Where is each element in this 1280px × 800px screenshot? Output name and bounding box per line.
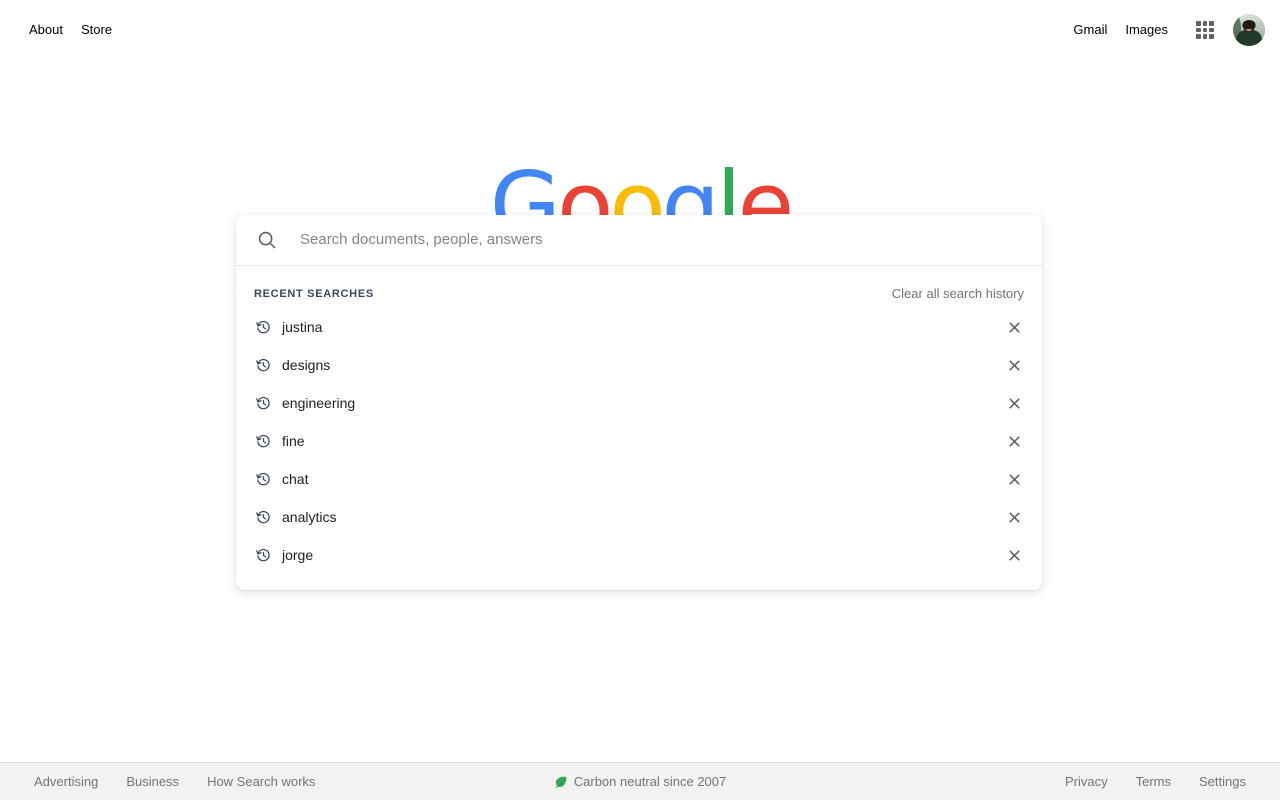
footer-left-links: Advertising Business How Search works bbox=[20, 774, 554, 790]
page-header: About Store Gmail Images bbox=[0, 0, 1280, 60]
list-item-label: justina bbox=[282, 319, 323, 335]
close-x-icon[interactable] bbox=[1003, 316, 1025, 338]
footer-link-advertising[interactable]: Advertising bbox=[20, 774, 112, 790]
search-bar[interactable] bbox=[236, 215, 1042, 265]
list-item[interactable]: jorge bbox=[236, 536, 1042, 574]
list-item[interactable]: justina bbox=[236, 308, 1042, 346]
page-footer: Advertising Business How Search works Ca… bbox=[0, 762, 1280, 800]
search-icon bbox=[250, 223, 284, 257]
footer-link-how-search-works[interactable]: How Search works bbox=[193, 774, 329, 790]
close-x-icon[interactable] bbox=[1003, 430, 1025, 452]
list-item-label: fine bbox=[282, 433, 305, 449]
close-x-icon[interactable] bbox=[1003, 544, 1025, 566]
leaf-icon bbox=[554, 775, 568, 789]
recent-searches-list: justina designs engineering fine chat an… bbox=[236, 308, 1042, 590]
search-input[interactable] bbox=[284, 228, 1026, 252]
list-item[interactable]: engineering bbox=[236, 384, 1042, 422]
carbon-neutral-badge: Carbon neutral since 2007 bbox=[554, 773, 727, 790]
history-clock-icon bbox=[254, 356, 272, 374]
header-left-nav: About Store bbox=[20, 16, 121, 44]
history-clock-icon bbox=[254, 546, 272, 564]
close-x-icon[interactable] bbox=[1003, 354, 1025, 376]
avatar[interactable] bbox=[1233, 14, 1265, 46]
close-x-icon[interactable] bbox=[1003, 468, 1025, 490]
close-x-icon[interactable] bbox=[1003, 392, 1025, 414]
list-item[interactable]: analytics bbox=[236, 498, 1042, 536]
list-item-label: designs bbox=[282, 357, 331, 373]
nav-link-about[interactable]: About bbox=[20, 16, 72, 44]
history-clock-icon bbox=[254, 394, 272, 412]
footer-right-links: Privacy Terms Settings bbox=[726, 774, 1260, 790]
nav-link-store[interactable]: Store bbox=[72, 16, 121, 44]
nav-link-images[interactable]: Images bbox=[1116, 16, 1177, 44]
google-apps-button[interactable] bbox=[1185, 10, 1225, 50]
footer-link-settings[interactable]: Settings bbox=[1185, 774, 1260, 790]
list-item[interactable]: designs bbox=[236, 346, 1042, 384]
clear-search-history-link[interactable]: Clear all search history bbox=[892, 286, 1024, 302]
history-clock-icon bbox=[254, 318, 272, 336]
avatar-hair bbox=[1242, 20, 1256, 29]
footer-link-business[interactable]: Business bbox=[112, 774, 193, 790]
close-x-icon[interactable] bbox=[1003, 506, 1025, 528]
footer-link-terms[interactable]: Terms bbox=[1122, 774, 1185, 790]
list-item[interactable]: chat bbox=[236, 460, 1042, 498]
list-item[interactable]: fine bbox=[236, 422, 1042, 460]
history-clock-icon bbox=[254, 508, 272, 526]
list-item-label: jorge bbox=[282, 547, 314, 563]
nav-link-gmail[interactable]: Gmail bbox=[1064, 16, 1116, 44]
search-suggestions-panel: RECENT SEARCHES Clear all search history… bbox=[236, 215, 1042, 590]
header-right-nav: Gmail Images bbox=[1064, 10, 1265, 50]
history-clock-icon bbox=[254, 432, 272, 450]
history-clock-icon bbox=[254, 470, 272, 488]
list-item-label: chat bbox=[282, 471, 309, 487]
recent-searches-title: RECENT SEARCHES bbox=[254, 288, 374, 300]
footer-link-privacy[interactable]: Privacy bbox=[1051, 774, 1122, 790]
carbon-neutral-label: Carbon neutral since 2007 bbox=[573, 773, 727, 789]
apps-grid-icon bbox=[1196, 21, 1214, 39]
recent-searches-header: RECENT SEARCHES Clear all search history bbox=[236, 266, 1042, 308]
list-item-label: analytics bbox=[282, 509, 337, 525]
list-item-label: engineering bbox=[282, 395, 356, 411]
